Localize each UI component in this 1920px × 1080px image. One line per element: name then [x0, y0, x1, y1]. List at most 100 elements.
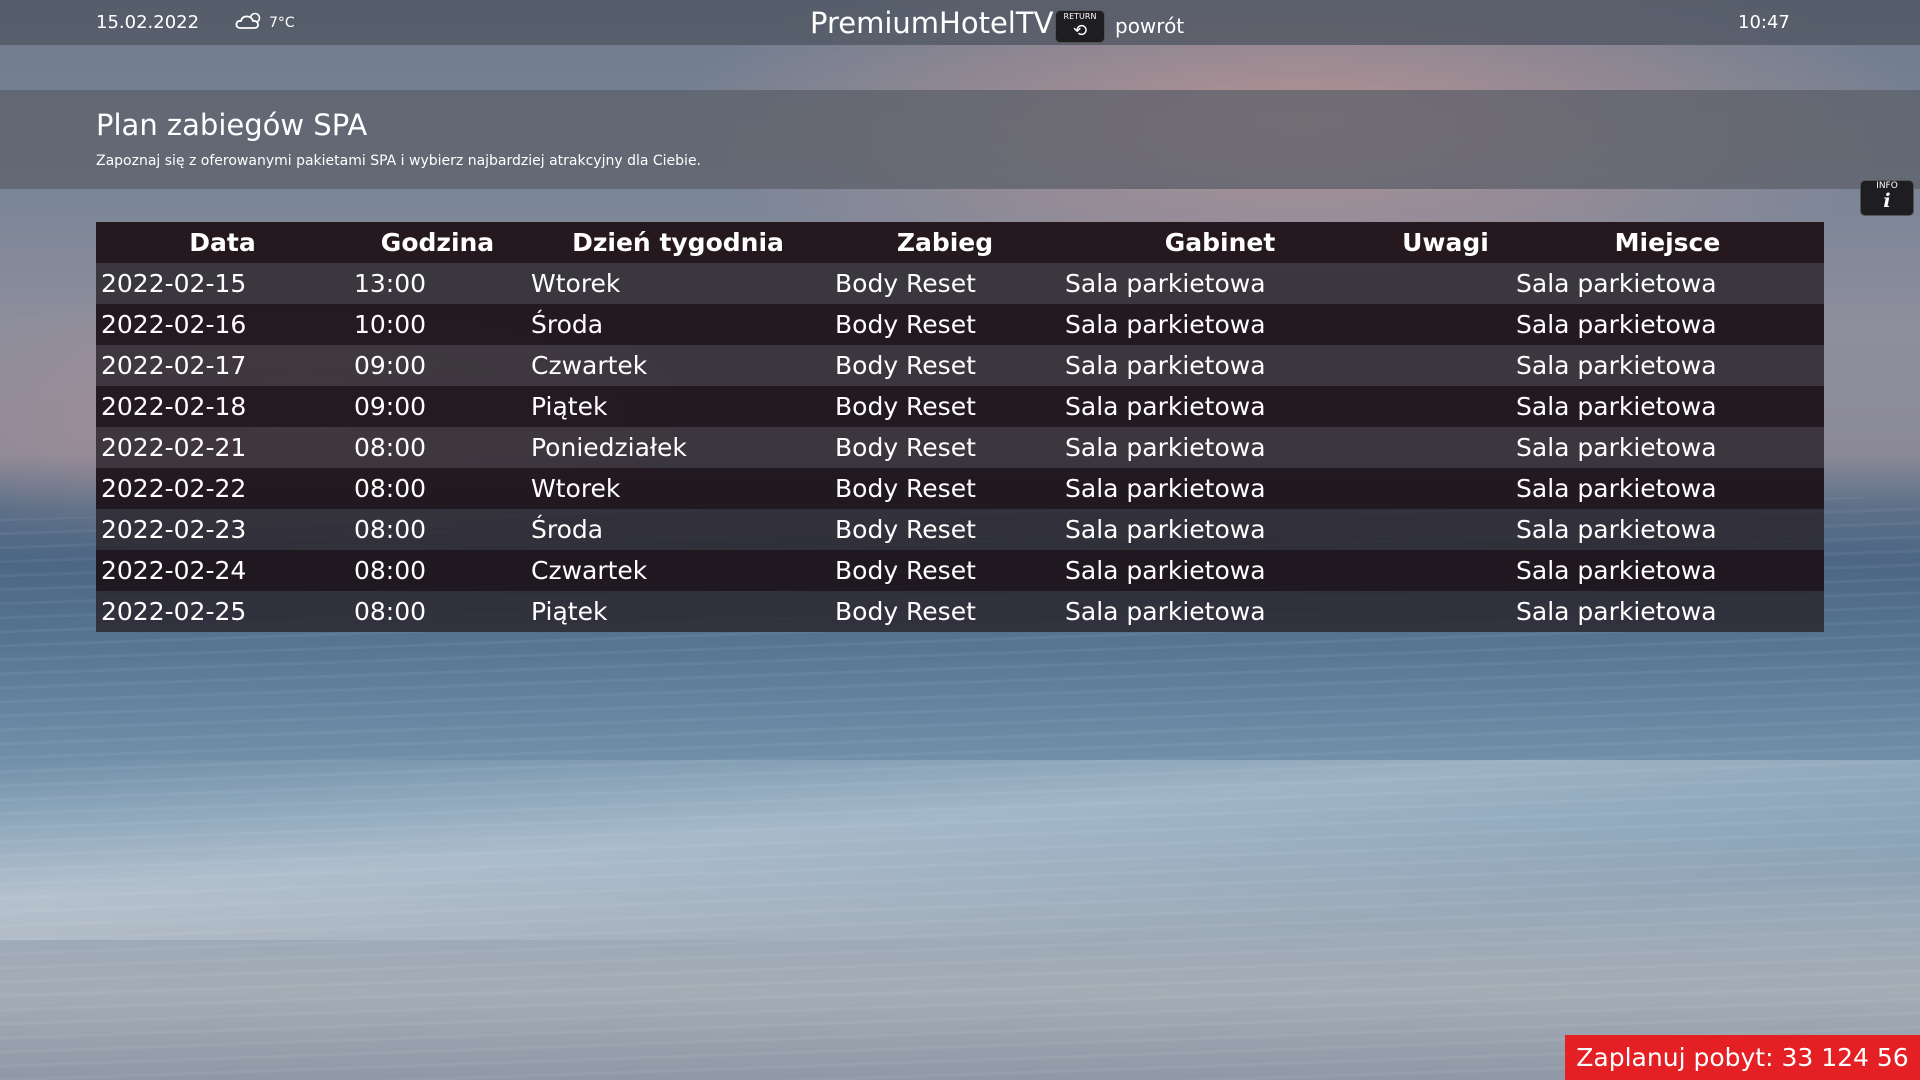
- cell-weekday: Poniedziałek: [531, 433, 687, 462]
- top-bar: 15.02.2022 7°C PremiumHotelTV RETURN ⟲ p…: [0, 0, 1920, 45]
- cell-notes: [1380, 304, 1511, 345]
- spa-schedule-screen: 15.02.2022 7°C PremiumHotelTV RETURN ⟲ p…: [0, 0, 1920, 1080]
- page-header: Plan zabiegów SPA Zapoznaj się z oferowa…: [0, 90, 1920, 189]
- cell-room: Sala parkietowa: [1065, 351, 1266, 380]
- cell-notes: [1380, 386, 1511, 427]
- table-row[interactable]: 2022-02-25 08:00 Piątek Body Reset Sala park…: [96, 591, 1824, 632]
- return-button-label: RETURN: [1063, 12, 1097, 21]
- cell-place: Sala parkietowa: [1516, 474, 1717, 503]
- back-label[interactable]: powrót: [1115, 14, 1184, 38]
- cell-treatment: Body Reset: [835, 556, 976, 585]
- cell-date: 2022-02-21: [101, 433, 247, 462]
- table-row[interactable]: 2022-02-22 08:00 Wtorek Body Reset Sala park…: [96, 468, 1824, 509]
- current-date: 15.02.2022: [96, 12, 200, 33]
- cell-time: 09:00: [354, 392, 427, 421]
- cell-place: Sala parkietowa: [1516, 392, 1717, 421]
- table-row[interactable]: 2022-02-21 08:00 Poniedziałek Body Reset Sal…: [96, 427, 1824, 468]
- table-row[interactable]: 2022-02-24 08:00 Czwartek Body Reset Sala pa…: [96, 550, 1824, 591]
- page-title: Plan zabiegów SPA: [96, 108, 368, 142]
- cell-date: 2022-02-17: [101, 351, 247, 380]
- cell-notes: [1380, 345, 1511, 386]
- cell-place: Sala parkietowa: [1516, 310, 1717, 339]
- column-header-treatment: Zabieg: [896, 228, 994, 257]
- cell-time: 10:00: [354, 310, 427, 339]
- cell-treatment: Body Reset: [835, 433, 976, 462]
- column-header-notes: Uwagi: [1402, 228, 1489, 257]
- cell-weekday: Wtorek: [531, 269, 621, 298]
- column-header-date: Data: [189, 228, 256, 257]
- book-stay-banner[interactable]: Zaplanuj pobyt: 33 124 56 77: [1565, 1035, 1920, 1080]
- column-header-weekday: Dzień tygodnia: [572, 228, 784, 257]
- cell-room: Sala parkietowa: [1065, 269, 1266, 298]
- table-row[interactable]: 2022-02-15 13:00 Wtorek Body Reset Sala park…: [96, 263, 1824, 304]
- spa-schedule-table-container: Data Godzina Dzień tygodnia Zabieg Gabin…: [96, 222, 1824, 632]
- cell-notes: [1380, 550, 1511, 591]
- return-button[interactable]: RETURN ⟲: [1055, 10, 1105, 43]
- cell-weekday: Środa: [531, 310, 604, 339]
- cell-room: Sala parkietowa: [1065, 433, 1266, 462]
- cell-weekday: Piątek: [531, 392, 608, 421]
- cell-time: 08:00: [354, 597, 427, 626]
- cell-date: 2022-02-15: [101, 269, 247, 298]
- temperature: 7°C: [269, 15, 295, 31]
- spa-schedule-table: Data Godzina Dzień tygodnia Zabieg Gabin…: [96, 222, 1824, 632]
- cell-date: 2022-02-18: [101, 392, 247, 421]
- brand-title: PremiumHotelTV: [810, 6, 1054, 40]
- cell-room: Sala parkietowa: [1065, 310, 1266, 339]
- cell-time: 13:00: [354, 269, 427, 298]
- weather-widget: 7°C: [235, 12, 295, 34]
- table-header-row: Data Godzina Dzień tygodnia Zabieg Gabin…: [96, 222, 1824, 263]
- cell-room: Sala parkietowa: [1065, 515, 1266, 544]
- cell-place: Sala parkietowa: [1516, 433, 1717, 462]
- cell-time: 09:00: [354, 351, 427, 380]
- cell-date: 2022-02-24: [101, 556, 247, 585]
- cell-treatment: Body Reset: [835, 269, 976, 298]
- cell-notes: [1380, 591, 1511, 632]
- cell-date: 2022-02-22: [101, 474, 247, 503]
- cell-notes: [1380, 468, 1511, 509]
- table-row[interactable]: 2022-02-18 09:00 Piątek Body Reset Sala park…: [96, 386, 1824, 427]
- info-icon: i: [1883, 190, 1891, 212]
- cell-time: 08:00: [354, 556, 427, 585]
- cell-time: 08:00: [354, 474, 427, 503]
- cell-place: Sala parkietowa: [1516, 351, 1717, 380]
- cell-weekday: Wtorek: [531, 474, 621, 503]
- cell-weekday: Czwartek: [531, 351, 648, 380]
- cell-treatment: Body Reset: [835, 351, 976, 380]
- current-time: 10:47: [1738, 12, 1790, 33]
- cell-place: Sala parkietowa: [1516, 556, 1717, 585]
- cell-treatment: Body Reset: [835, 474, 976, 503]
- cell-place: Sala parkietowa: [1516, 269, 1717, 298]
- cell-place: Sala parkietowa: [1516, 597, 1717, 626]
- cell-time: 08:00: [354, 433, 427, 462]
- cell-room: Sala parkietowa: [1065, 556, 1266, 585]
- cell-treatment: Body Reset: [835, 515, 976, 544]
- cloud-sun-icon: [235, 12, 265, 34]
- cell-room: Sala parkietowa: [1065, 597, 1266, 626]
- cell-treatment: Body Reset: [835, 392, 976, 421]
- cell-date: 2022-02-25: [101, 597, 247, 626]
- cell-time: 08:00: [354, 515, 427, 544]
- cell-date: 2022-02-16: [101, 310, 247, 339]
- column-header-room: Gabinet: [1164, 228, 1276, 257]
- cell-room: Sala parkietowa: [1065, 392, 1266, 421]
- table-row[interactable]: 2022-02-23 08:00 Środa Body Reset Sala parki…: [96, 509, 1824, 550]
- info-button[interactable]: INFO i: [1860, 180, 1914, 216]
- cell-place: Sala parkietowa: [1516, 515, 1717, 544]
- table-row[interactable]: 2022-02-16 10:00 Środa Body Reset Sala parki…: [96, 304, 1824, 345]
- cell-notes: [1380, 427, 1511, 468]
- cell-treatment: Body Reset: [835, 310, 976, 339]
- page-subtitle: Zapoznaj się z oferowanymi pakietami SPA…: [96, 153, 702, 169]
- cell-date: 2022-02-23: [101, 515, 247, 544]
- cell-weekday: Piątek: [531, 597, 608, 626]
- return-arrow-icon: ⟲: [1072, 21, 1088, 41]
- cell-weekday: Czwartek: [531, 556, 648, 585]
- cell-room: Sala parkietowa: [1065, 474, 1266, 503]
- cell-weekday: Środa: [531, 515, 604, 544]
- column-header-place: Miejsce: [1614, 228, 1721, 257]
- cell-treatment: Body Reset: [835, 597, 976, 626]
- column-header-time: Godzina: [380, 228, 495, 257]
- table-row[interactable]: 2022-02-17 09:00 Czwartek Body Reset Sala pa…: [96, 345, 1824, 386]
- cell-notes: [1380, 509, 1511, 550]
- cell-notes: [1380, 263, 1511, 304]
